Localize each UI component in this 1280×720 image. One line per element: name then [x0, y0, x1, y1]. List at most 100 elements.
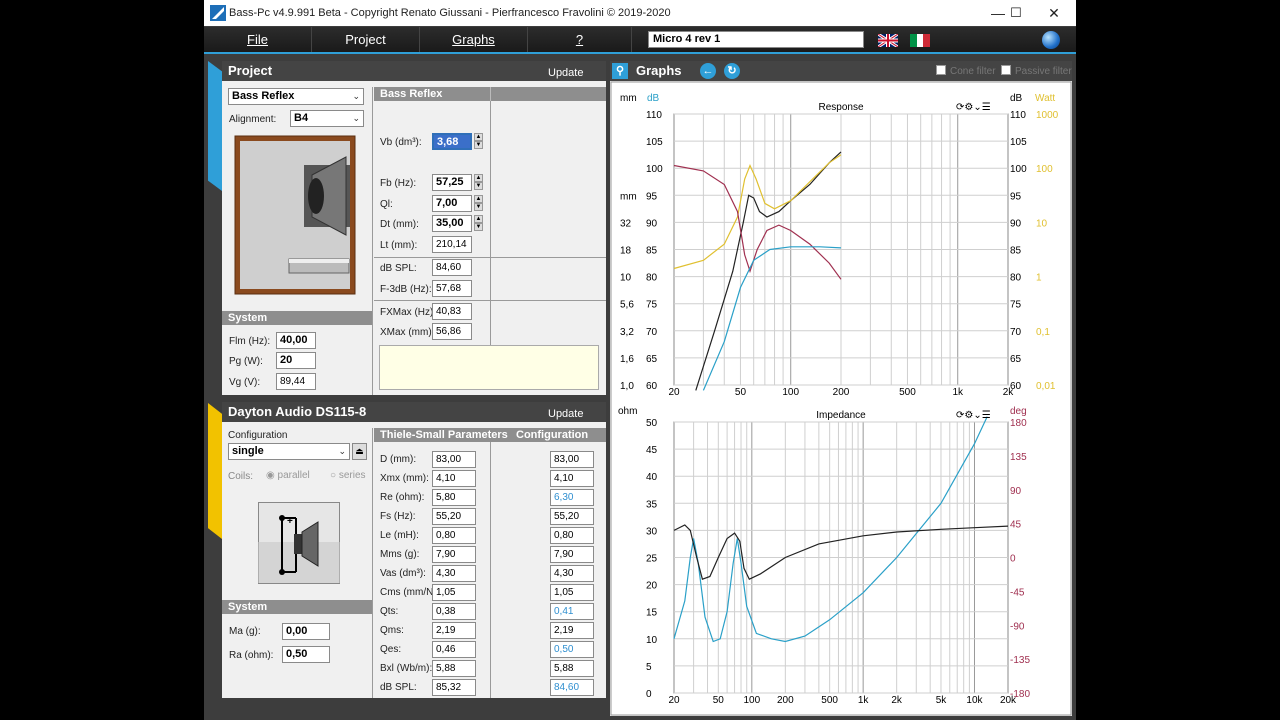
series-radio[interactable]: ○ series	[330, 470, 366, 481]
ql-label: Ql:	[380, 199, 393, 210]
param-config-value: 0,50	[550, 641, 594, 658]
vg-value: 89,44	[276, 373, 316, 390]
param-config-value: 2,19	[550, 622, 594, 639]
refresh-icon[interactable]: ↻	[724, 63, 740, 79]
response-mm-tick: 3,2	[620, 327, 634, 338]
dt-input[interactable]: 35,00	[432, 215, 472, 232]
param-value[interactable]: 85,32	[432, 679, 476, 696]
impedance-title: Impedance	[816, 410, 866, 421]
param-label: Cms (mm/N):	[380, 587, 440, 598]
param-value[interactable]: 55,20	[432, 508, 476, 525]
dt-spinner[interactable]: ▲ ▼	[474, 215, 483, 232]
param-config-value: 6,30	[550, 489, 594, 506]
app-window: Bass-Pc v4.9.991 Beta - Copyright Renato…	[204, 0, 1076, 720]
graphs-header: ⚲ Graphs ← ↻ Cone filter Passive filter	[610, 61, 1072, 81]
parallel-label: parallel	[277, 470, 310, 481]
driver-system-header: System	[222, 600, 372, 614]
param-value[interactable]: 83,00	[432, 451, 476, 468]
project-panel: Bass Reflex ⌄ Alignment: B4 ⌄ System Flm (…	[222, 81, 606, 395]
impedance-x-tick: 20	[668, 695, 680, 706]
impedance-toolbar-icons: ⟳⚙⌄☰	[956, 410, 991, 421]
param-value[interactable]: 5,88	[432, 660, 476, 677]
pg-input[interactable]: 20	[276, 352, 316, 369]
param-config-value: 55,20	[550, 508, 594, 525]
param-label: Re (ohm):	[380, 492, 425, 503]
response-right-db-tick: 95	[1010, 191, 1022, 202]
response-x-tick: 200	[833, 387, 850, 398]
response-watt-tick: 100	[1036, 164, 1053, 175]
impedance-x-tick: 2k	[891, 695, 903, 706]
vb-spinner[interactable]: ▲ ▼	[474, 133, 483, 150]
impedance-ohm-tick: 5	[646, 662, 652, 673]
flm-input[interactable]: 40,00	[276, 332, 316, 349]
divider	[490, 101, 491, 345]
param-value[interactable]: 0,38	[432, 603, 476, 620]
preset-name-field[interactable]: Micro 4 rev 1	[648, 31, 864, 48]
italian-flag-icon[interactable]	[910, 34, 930, 47]
param-value[interactable]: 5,80	[432, 489, 476, 506]
response-mm-tick: 32	[620, 218, 632, 229]
param-label: dB SPL:	[380, 682, 417, 693]
ra-label: Ra (ohm):	[229, 650, 274, 661]
param-value[interactable]: 4,10	[432, 470, 476, 487]
vb-input[interactable]: 3,68	[432, 133, 472, 150]
response-db-tick: 80	[646, 273, 658, 284]
response-watt-tick: 1	[1036, 273, 1042, 284]
ra-input[interactable]: 0,50	[282, 646, 330, 663]
menu-help[interactable]: ?	[528, 27, 632, 52]
param-value[interactable]: 7,90	[432, 546, 476, 563]
param-value[interactable]: 1,05	[432, 584, 476, 601]
english-flag-icon[interactable]	[878, 34, 898, 47]
fb-spinner[interactable]: ▲ ▼	[474, 174, 483, 191]
driver-panel: Configuration single ⌄ ⏏ Coils: ◉ paralle…	[222, 422, 606, 698]
response-right-db-tick: 105	[1010, 137, 1027, 148]
divider	[372, 87, 373, 395]
menu-project[interactable]: Project	[312, 27, 420, 52]
response-mm-tick: 1,0	[620, 381, 634, 392]
enclosure-type-select[interactable]: Bass Reflex ⌄	[228, 88, 364, 105]
impedance-ohm-tick: 25	[646, 554, 658, 565]
ql-input[interactable]: 7,00	[432, 195, 472, 212]
param-value[interactable]: 0,46	[432, 641, 476, 658]
maximize-button[interactable]: ☐	[998, 3, 1034, 23]
param-value[interactable]: 4,30	[432, 565, 476, 582]
response-right-db-tick: 90	[1010, 218, 1022, 229]
divider	[372, 428, 373, 698]
param-value[interactable]: 0,80	[432, 527, 476, 544]
notes-area[interactable]	[379, 345, 599, 390]
param-config-value: 5,88	[550, 660, 594, 677]
project-title: Project	[228, 63, 273, 78]
response-x-tick: 1k	[952, 387, 964, 398]
cone-filter-checkbox[interactable]	[936, 65, 946, 75]
menu-file[interactable]: File	[204, 27, 312, 52]
passive-filter-checkbox[interactable]	[1001, 65, 1011, 75]
menu-graphs[interactable]: Graphs	[420, 27, 528, 52]
globe-icon[interactable]	[1042, 31, 1060, 49]
chevron-down-icon: ⌄	[338, 446, 346, 456]
configuration-select[interactable]: single ⌄	[228, 443, 350, 460]
parallel-radio[interactable]: ◉ parallel	[266, 470, 310, 481]
response-x-tick: 2k	[1003, 387, 1015, 398]
fb-input[interactable]: 57,25	[432, 174, 472, 191]
dbspl-label: dB SPL:	[380, 263, 417, 274]
alignment-select[interactable]: B4 ⌄	[290, 110, 364, 127]
back-arrow-icon[interactable]: ←	[700, 63, 716, 79]
xmax-label: XMax (mm):	[380, 327, 435, 338]
ql-spinner[interactable]: ▲ ▼	[474, 195, 483, 212]
ma-input[interactable]: 0,00	[282, 623, 330, 640]
response-left-unit: mm	[620, 93, 637, 104]
close-button[interactable]: ✕	[1036, 3, 1072, 23]
impedance-x-tick: 20k	[1000, 695, 1017, 706]
cone-filter-label: Cone filter	[950, 66, 996, 77]
eject-icon[interactable]: ⏏	[352, 443, 367, 460]
response-right-db-tick: 85	[1010, 246, 1022, 257]
passive-filter-label: Passive filter	[1015, 66, 1072, 77]
chevron-down-icon: ⌄	[352, 113, 360, 123]
param-label: Mms (g):	[380, 549, 420, 560]
param-config-value: 4,30	[550, 565, 594, 582]
impedance-deg-tick: -90	[1010, 621, 1025, 632]
search-icon[interactable]: ⚲	[612, 63, 628, 79]
fxmax-value: 40,83	[432, 303, 472, 320]
param-value[interactable]: 2,19	[432, 622, 476, 639]
impedance-ohm-tick: 30	[646, 526, 658, 537]
